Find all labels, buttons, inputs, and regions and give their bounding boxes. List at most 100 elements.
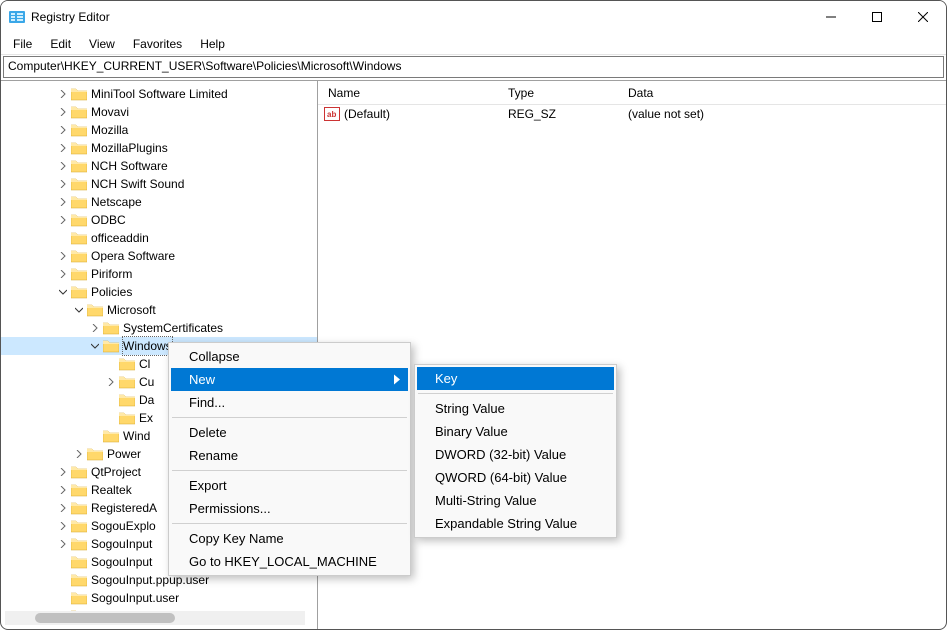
caret-right-icon[interactable] [57, 178, 69, 190]
tree-node-label: NCH Software [91, 157, 168, 175]
tree-node-label: Wind [123, 427, 150, 445]
tree-node[interactable]: Policies [1, 283, 317, 301]
regedit-icon [9, 9, 25, 25]
menu-separator [172, 417, 407, 418]
tree-node-label: SogouExplo [91, 517, 156, 535]
menu-item-export[interactable]: Export [171, 474, 408, 497]
caret-right-icon[interactable] [57, 214, 69, 226]
tree-node-label: Policies [91, 283, 132, 301]
tree-node-label: SogouInput.user [91, 589, 179, 607]
menu-file[interactable]: File [5, 35, 40, 53]
caret-none [105, 358, 117, 370]
caret-right-icon[interactable] [57, 124, 69, 136]
column-header-type[interactable]: Type [508, 86, 628, 100]
menu-item-rename[interactable]: Rename [171, 444, 408, 467]
caret-none [89, 430, 101, 442]
menu-item-dword-32-bit-value[interactable]: DWORD (32-bit) Value [417, 443, 614, 466]
caret-right-icon[interactable] [57, 106, 69, 118]
menu-item-multi-string-value[interactable]: Multi-String Value [417, 489, 614, 512]
caret-right-icon[interactable] [57, 196, 69, 208]
tree-node[interactable]: officeaddin [1, 229, 317, 247]
caret-right-icon[interactable] [57, 88, 69, 100]
tree-node[interactable]: NCH Software [1, 157, 317, 175]
value-row[interactable]: ab(Default)REG_SZ(value not set) [318, 105, 946, 123]
caret-right-icon[interactable] [89, 322, 101, 334]
folder-icon [71, 249, 87, 263]
caret-down-icon[interactable] [73, 304, 85, 316]
caret-right-icon[interactable] [57, 466, 69, 478]
caret-right-icon[interactable] [57, 250, 69, 262]
value-name: (Default) [344, 107, 508, 121]
folder-icon [71, 483, 87, 497]
list-header: Name Type Data [318, 81, 946, 105]
menu-item-permissions[interactable]: Permissions... [171, 497, 408, 520]
folder-icon [71, 501, 87, 515]
menu-item-new[interactable]: New [171, 368, 408, 391]
tree-node[interactable]: Netscape [1, 193, 317, 211]
menu-item-copy-key-name[interactable]: Copy Key Name [171, 527, 408, 550]
menu-item-collapse[interactable]: Collapse [171, 345, 408, 368]
menu-item-key[interactable]: Key [417, 367, 614, 390]
context-submenu-new: Key String ValueBinary ValueDWORD (32-bit… [414, 364, 617, 538]
folder-icon [71, 267, 87, 281]
tree-node[interactable]: Mozilla [1, 121, 317, 139]
registry-editor-window: Registry Editor FileEditViewFavoritesHel… [0, 0, 947, 630]
menu-item-string-value[interactable]: String Value [417, 397, 614, 420]
caret-none [57, 556, 69, 568]
tree-node[interactable]: MozillaPlugins [1, 139, 317, 157]
tree-node-label: Power [107, 445, 141, 463]
address-bar[interactable]: Computer\HKEY_CURRENT_USER\Software\Poli… [3, 56, 944, 78]
column-header-data[interactable]: Data [628, 86, 946, 100]
tree-node[interactable]: MiniTool Software Limited [1, 85, 317, 103]
tree-node-label: Netscape [91, 193, 142, 211]
menu-item-go-to-hkey-local-machine[interactable]: Go to HKEY_LOCAL_MACHINE [171, 550, 408, 573]
folder-icon [71, 123, 87, 137]
column-header-name[interactable]: Name [318, 86, 508, 100]
tree-node[interactable]: SogouInput.user [1, 589, 317, 607]
menu-favorites[interactable]: Favorites [125, 35, 190, 53]
string-value-icon: ab [324, 107, 340, 121]
caret-right-icon[interactable] [57, 538, 69, 550]
close-button[interactable] [900, 1, 946, 33]
tree-node-label: Microsoft [107, 301, 156, 319]
tree-node[interactable]: ODBC [1, 211, 317, 229]
menu-item-delete[interactable]: Delete [171, 421, 408, 444]
tree-node-label: Realtek [91, 481, 132, 499]
value-data: (value not set) [628, 107, 704, 121]
caret-right-icon[interactable] [57, 484, 69, 496]
caret-right-icon[interactable] [57, 142, 69, 154]
minimize-button[interactable] [808, 1, 854, 33]
horizontal-scrollbar[interactable] [5, 611, 305, 625]
caret-right-icon[interactable] [73, 448, 85, 460]
maximize-button[interactable] [854, 1, 900, 33]
menu-item-expandable-string-value[interactable]: Expandable String Value [417, 512, 614, 535]
folder-icon [103, 429, 119, 443]
caret-right-icon[interactable] [57, 502, 69, 514]
caret-right-icon[interactable] [57, 160, 69, 172]
tree-node[interactable]: Piriform [1, 265, 317, 283]
titlebar: Registry Editor [1, 1, 946, 33]
tree-node[interactable]: Opera Software [1, 247, 317, 265]
menu-item-binary-value[interactable]: Binary Value [417, 420, 614, 443]
caret-right-icon[interactable] [57, 268, 69, 280]
tree-node[interactable]: Movavi [1, 103, 317, 121]
tree-node[interactable]: NCH Swift Sound [1, 175, 317, 193]
menu-separator [418, 393, 613, 394]
tree-node-label: MiniTool Software Limited [91, 85, 228, 103]
menu-view[interactable]: View [81, 35, 123, 53]
caret-right-icon[interactable] [105, 376, 117, 388]
svg-text:ab: ab [327, 110, 336, 119]
caret-down-icon[interactable] [89, 340, 101, 352]
menu-edit[interactable]: Edit [42, 35, 79, 53]
caret-right-icon[interactable] [57, 520, 69, 532]
value-list-pane[interactable]: Name Type Data ab(Default)REG_SZ(value n… [318, 81, 946, 629]
menu-item-find[interactable]: Find... [171, 391, 408, 414]
tree-node-label: officeaddin [91, 229, 149, 247]
tree-node-label: Mozilla [91, 121, 128, 139]
tree-node[interactable]: Microsoft [1, 301, 317, 319]
menu-item-qword-64-bit-value[interactable]: QWORD (64-bit) Value [417, 466, 614, 489]
menu-help[interactable]: Help [192, 35, 233, 53]
tree-node[interactable]: SystemCertificates [1, 319, 317, 337]
folder-icon [103, 339, 119, 353]
caret-down-icon[interactable] [57, 286, 69, 298]
